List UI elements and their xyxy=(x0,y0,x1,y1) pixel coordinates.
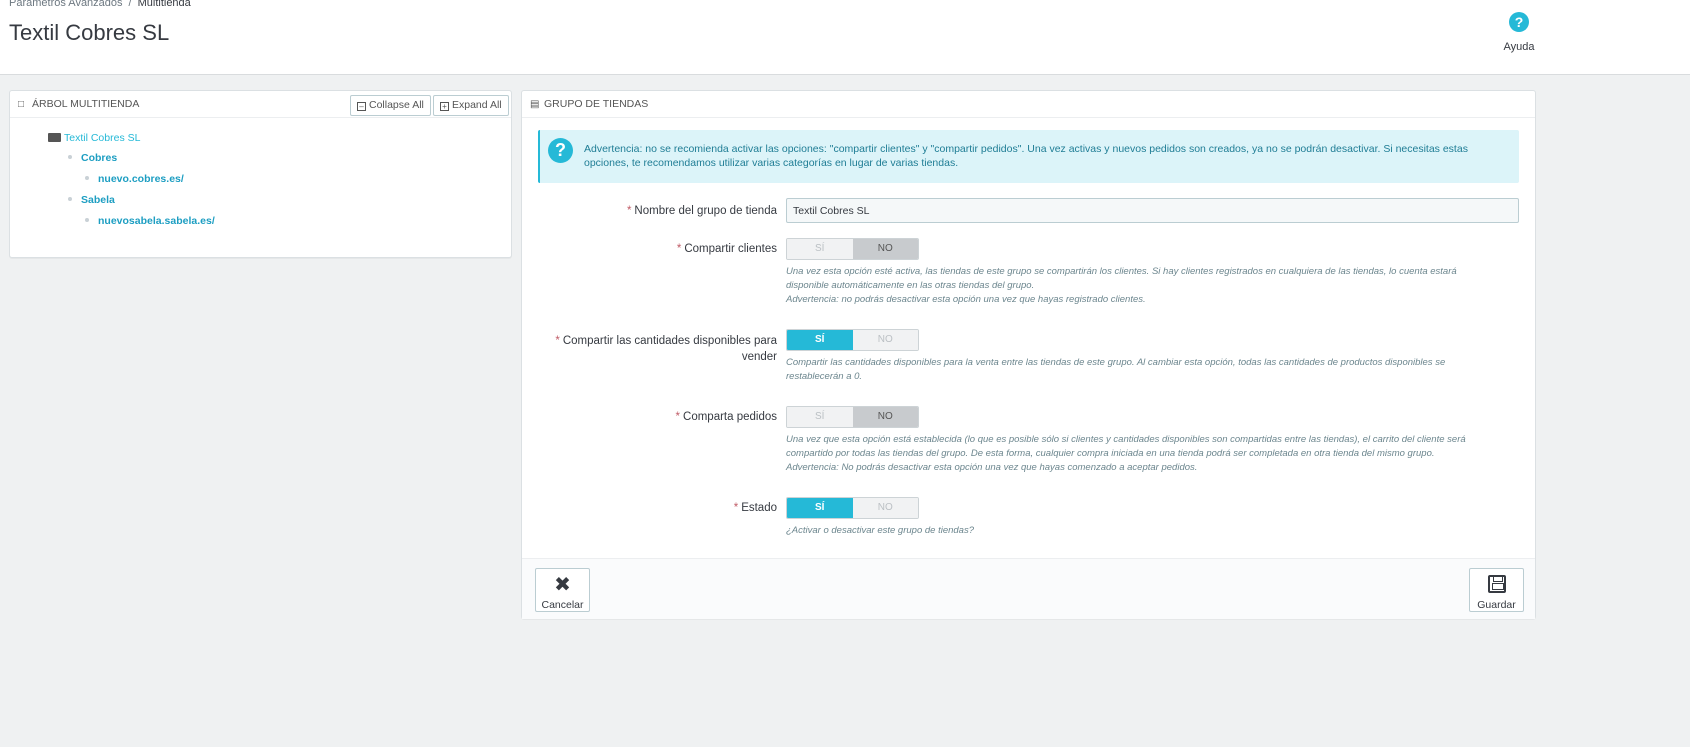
group-name-label-text: Nombre del grupo de tienda xyxy=(634,205,777,217)
tree-shop-cobres[interactable]: nuevo.cobres.es/ xyxy=(85,173,184,185)
share-orders-warning-text: Advertencia: No podrás desactivar esta o… xyxy=(786,462,1198,473)
collapse-all-button[interactable]: – Collapse All xyxy=(350,95,431,116)
share-orders-switch[interactable]: SÍ NO xyxy=(786,406,919,428)
panel-footer: ✖ Cancelar Guardar xyxy=(522,558,1535,619)
tree-group-label: Cobres xyxy=(81,152,118,164)
share-customers-help-text: Una vez esta opción esté activa, las tie… xyxy=(786,266,1457,291)
status-no[interactable]: NO xyxy=(852,498,918,518)
tree-group-cobres[interactable]: Cobres xyxy=(68,152,117,164)
help-button[interactable]: ? Ayuda xyxy=(1499,12,1539,53)
share-customers-yes[interactable]: SÍ xyxy=(787,239,853,259)
required-marker: * xyxy=(555,335,560,347)
share-stock-yes[interactable]: SÍ xyxy=(787,330,853,350)
warning-alert-text: Advertencia: no se recomienda activar la… xyxy=(584,143,1468,169)
help-label: Ayuda xyxy=(1503,41,1535,53)
share-customers-help: Una vez esta opción esté activa, las tie… xyxy=(786,265,1486,307)
bullet-icon xyxy=(68,155,72,159)
save-button[interactable]: Guardar xyxy=(1469,568,1524,612)
collapse-all-label: Collapse All xyxy=(369,99,424,111)
breadcrumb-separator: / xyxy=(128,0,132,9)
sitemap-icon: □ xyxy=(18,99,25,110)
share-customers-switch[interactable]: SÍ NO xyxy=(786,238,919,260)
share-orders-help: Una vez que esta opción está establecida… xyxy=(786,433,1486,475)
warning-alert: ? Advertencia: no se recomienda activar … xyxy=(538,130,1519,183)
tree-group-label: Sabela xyxy=(81,194,115,206)
group-panel-title: GRUPO DE TIENDAS xyxy=(544,98,649,110)
minus-square-icon: – xyxy=(357,102,366,111)
expand-all-button[interactable]: + Expand All xyxy=(433,95,509,116)
save-label: Guardar xyxy=(1477,599,1516,611)
save-disk-icon xyxy=(1487,575,1506,593)
tree-root-label: Textil Cobres SL xyxy=(64,132,141,144)
plus-square-icon: + xyxy=(440,102,449,111)
help-circle-icon: ? xyxy=(1509,12,1529,32)
share-stock-help: Compartir las cantidades disponibles par… xyxy=(786,357,1446,382)
tree-shop-sabela[interactable]: nuevosabela.sabela.es/ xyxy=(85,215,215,227)
share-orders-no[interactable]: NO xyxy=(852,407,918,427)
required-marker: * xyxy=(675,411,681,423)
cancel-button[interactable]: ✖ Cancelar xyxy=(535,568,590,612)
share-orders-label-text: Comparta pedidos xyxy=(683,411,777,423)
share-customers-no[interactable]: NO xyxy=(852,239,918,259)
breadcrumb-parent[interactable]: Parámetros Avanzados xyxy=(9,0,123,9)
status-switch[interactable]: SÍ NO xyxy=(786,497,919,519)
share-stock-label-text: Compartir las cantidades disponibles par… xyxy=(562,335,777,363)
tree-panel-title: ÁRBOL MULTITIENDA xyxy=(32,98,140,110)
breadcrumb: Parámetros Avanzados / Multitienda xyxy=(9,0,191,9)
bullet-icon xyxy=(68,197,72,201)
status-label-text: Estado xyxy=(741,502,777,514)
page-title: Textil Cobres SL xyxy=(9,20,170,45)
required-marker: * xyxy=(733,502,739,514)
share-orders-yes[interactable]: SÍ xyxy=(787,407,853,427)
share-stock-no[interactable]: NO xyxy=(852,330,918,350)
tree-group-sabela[interactable]: Sabela xyxy=(68,194,115,206)
shopping-cart-icon: ▤ xyxy=(530,99,540,110)
breadcrumb-current: Multitienda xyxy=(137,0,191,9)
multistore-tree-panel: □ ÁRBOL MULTITIENDA – Collapse All + Expand… xyxy=(9,90,512,258)
status-help: ¿Activar o desactivar este grupo de tien… xyxy=(786,525,974,536)
status-label: * Estado xyxy=(734,500,777,516)
cancel-label: Cancelar xyxy=(541,599,584,611)
expand-all-label: Expand All xyxy=(452,99,502,111)
shop-group-panel: ▤ GRUPO DE TIENDAS ? Advertencia: no se r… xyxy=(521,90,1536,619)
share-customers-label: * Compartir clientes xyxy=(677,241,777,257)
group-name-input[interactable] xyxy=(786,198,1519,223)
tree-panel-heading: □ ÁRBOL MULTITIENDA – Collapse All + Expand… xyxy=(10,91,511,118)
tree-root[interactable]: Textil Cobres SL xyxy=(48,132,140,144)
tree-shop-label: nuevo.cobres.es/ xyxy=(98,173,184,185)
close-icon: ✖ xyxy=(554,574,571,596)
folder-open-icon xyxy=(48,133,61,142)
share-customers-label-text: Compartir clientes xyxy=(684,243,777,255)
share-customers-warning-text: Advertencia: no podrás desactivar esta o… xyxy=(786,294,1146,305)
tree-shop-label: nuevosabela.sabela.es/ xyxy=(98,215,215,227)
group-panel-heading: ▤ GRUPO DE TIENDAS xyxy=(522,91,1535,118)
required-marker: * xyxy=(626,205,632,217)
group-name-label: * Nombre del grupo de tienda xyxy=(627,203,777,219)
share-stock-switch[interactable]: SÍ NO xyxy=(786,329,919,351)
bullet-icon xyxy=(85,218,89,222)
share-stock-label: * Compartir las cantidades disponibles pa… xyxy=(537,333,777,365)
bullet-icon xyxy=(85,176,89,180)
question-circle-icon: ? xyxy=(548,138,573,163)
status-yes[interactable]: SÍ xyxy=(787,498,853,518)
required-marker: * xyxy=(676,243,682,255)
share-orders-help-text: Una vez que esta opción está establecida… xyxy=(786,434,1466,459)
share-orders-label: * Comparta pedidos xyxy=(676,409,777,425)
page-header: Parámetros Avanzados / Multitienda Textil … xyxy=(0,0,1690,75)
